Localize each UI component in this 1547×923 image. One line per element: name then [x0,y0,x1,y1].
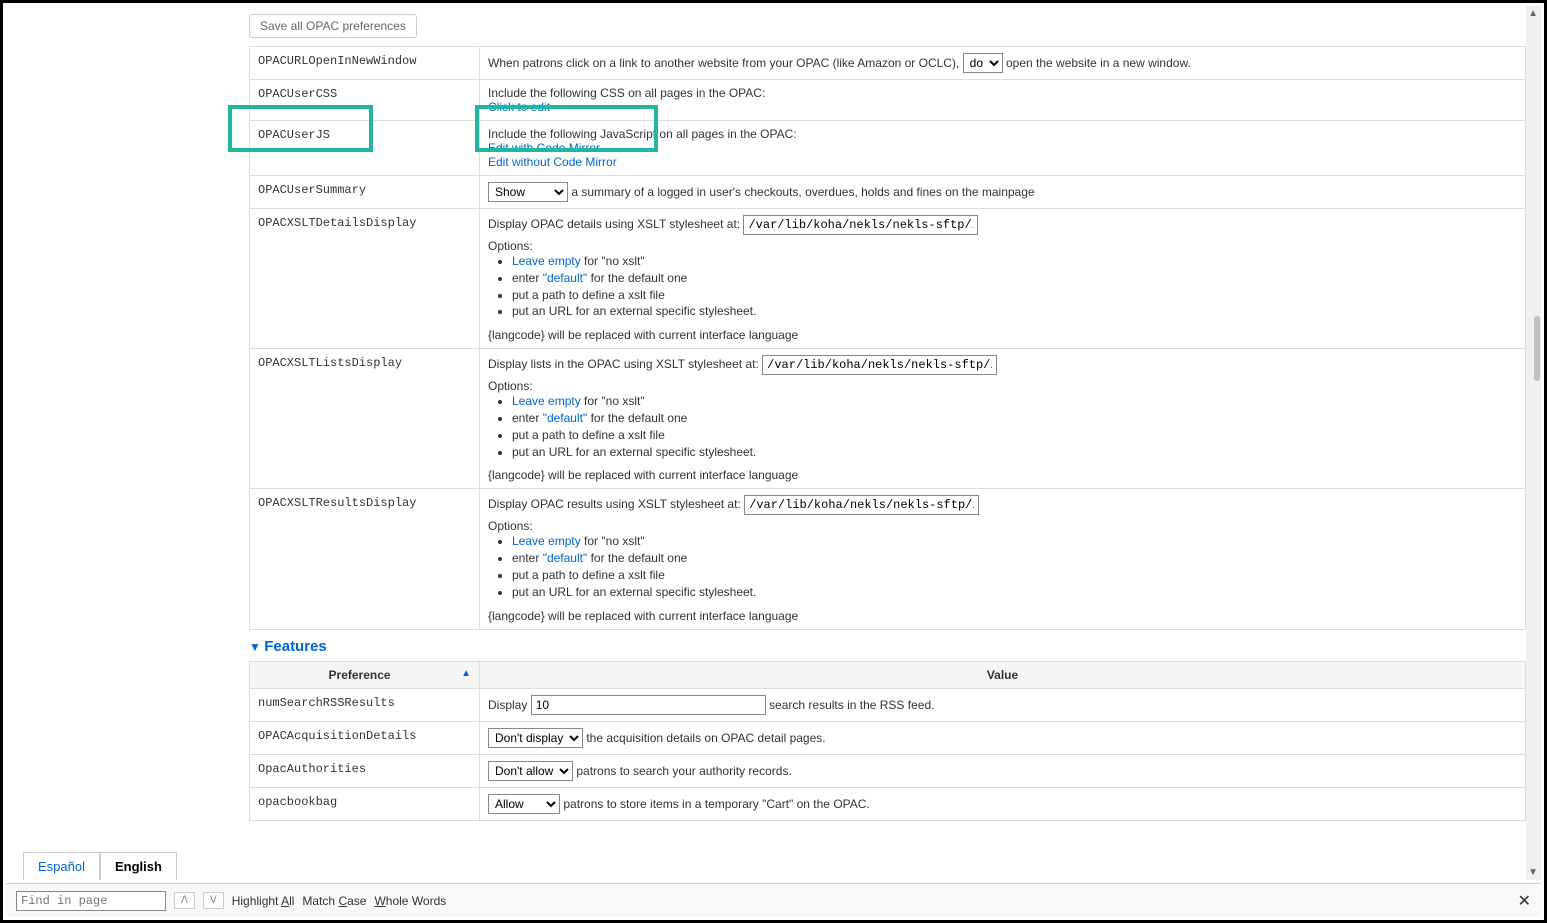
table-row: numSearchRSSResults Display search resul… [250,688,1526,721]
highlight-all-toggle[interactable]: Highlight All [232,894,295,908]
pref-name: OPACUserSummary [258,183,366,197]
edit-with-codemirror-link[interactable]: Edit with Code Mirror [488,141,600,155]
pref-text: search results in the RSS feed. [769,698,934,712]
url-window-select[interactable]: do [963,53,1003,73]
pref-text: Display OPAC results using XSLT styleshe… [488,497,741,511]
pref-name: OPACURLOpenInNewWindow [258,54,416,68]
preferences-table: OPACURLOpenInNewWindow When patrons clic… [249,46,1526,630]
leave-empty-link[interactable]: Leave empty [512,394,581,408]
pref-text: When patrons click on a link to another … [488,56,959,70]
xslt-details-input[interactable] [743,215,978,235]
save-all-button[interactable]: Save all OPAC preferences [249,14,417,38]
find-bar: ᐱ ᐯ Highlight All Match Case Whole Words… [6,883,1541,917]
pref-text: Include the following JavaScript on all … [488,127,1517,141]
scrollbar-thumb[interactable] [1534,316,1540,381]
rss-results-input[interactable] [531,695,766,715]
options-label: Options: [488,239,1517,253]
find-next-button[interactable]: ᐯ [203,892,224,909]
preference-header[interactable]: Preference▲ [250,661,480,688]
value-header[interactable]: Value [480,661,1526,688]
table-row: OPACXSLTResultsDisplay Display OPAC resu… [250,489,1526,629]
click-to-edit-link[interactable]: Click to edit [488,100,550,114]
lang-tab-en[interactable]: English [100,852,177,880]
xslt-results-input[interactable] [744,495,979,515]
pref-text: Display OPAC details using XSLT styleshe… [488,217,740,231]
options-label: Options: [488,379,1517,393]
pref-name: OpacAuthorities [258,762,366,776]
scroll-up-icon[interactable]: ▲ [1528,8,1538,19]
sort-arrow-icon: ▲ [461,668,471,679]
pref-name: OPACUserCSS [258,87,337,101]
features-table: Preference▲ Value numSearchRSSResults Di… [249,661,1526,821]
xslt-lists-input[interactable] [762,355,997,375]
lang-tab-es[interactable]: Español [23,852,100,880]
find-prev-button[interactable]: ᐱ [174,892,195,909]
pref-name: OPACAcquisitionDetails [258,729,416,743]
pref-text: Include the following CSS on all pages i… [488,86,1517,100]
match-case-toggle[interactable]: Match Case [302,894,366,908]
whole-words-toggle[interactable]: Whole Words [374,894,446,908]
default-link[interactable]: "default" [543,551,588,565]
table-row: OPACUserSummary Show a summary of a logg… [250,176,1526,209]
pref-text: Display lists in the OPAC using XSLT sty… [488,357,759,371]
pref-text: a summary of a logged in user's checkout… [571,185,1034,199]
pref-text: open the website in a new window. [1006,56,1191,70]
pref-name: OPACXSLTListsDisplay [258,356,402,370]
pref-text: Display [488,698,527,712]
edit-without-codemirror-link[interactable]: Edit without Code Mirror [488,155,617,169]
table-row: OPACAcquisitionDetails Don't display the… [250,721,1526,754]
bookbag-select[interactable]: Allow [488,794,560,814]
table-row: OPACXSLTListsDisplay Display lists in th… [250,349,1526,489]
close-icon[interactable]: ✕ [1518,891,1531,911]
leave-empty-link[interactable]: Leave empty [512,534,581,548]
scroll-down-icon[interactable]: ▼ [1528,867,1538,878]
acquisition-details-select[interactable]: Don't display [488,728,583,748]
langcode-note: {langcode} will be replaced with current… [488,328,1517,342]
langcode-note: {langcode} will be replaced with current… [488,468,1517,482]
table-row: OPACUserJS Include the following JavaScr… [250,121,1526,176]
pref-name: OPACXSLTDetailsDisplay [258,216,416,230]
user-summary-select[interactable]: Show [488,182,568,202]
table-row: OPACUserCSS Include the following CSS on… [250,80,1526,121]
authorities-select[interactable]: Don't allow [488,761,573,781]
pref-name: numSearchRSSResults [258,696,395,710]
pref-name: opacbookbag [258,795,337,809]
pref-name: OPACUserJS [258,128,330,142]
table-row: opacbookbag Allow patrons to store items… [250,787,1526,820]
table-row: OpacAuthorities Don't allow patrons to s… [250,754,1526,787]
find-input[interactable] [16,891,166,911]
table-row: OPACXSLTDetailsDisplay Display OPAC deta… [250,209,1526,349]
features-section-header[interactable]: Features [249,638,1526,655]
options-label: Options: [488,519,1517,533]
default-link[interactable]: "default" [543,271,588,285]
default-link[interactable]: "default" [543,411,588,425]
table-row: OPACURLOpenInNewWindow When patrons clic… [250,47,1526,80]
pref-text: patrons to search your authority records… [576,764,791,778]
langcode-note: {langcode} will be replaced with current… [488,609,1517,623]
pref-text: the acquisition details on OPAC detail p… [586,731,825,745]
vertical-scrollbar[interactable]: ▲ ▼ [1526,6,1541,880]
language-tabs: Español English [23,852,177,880]
pref-text: patrons to store items in a temporary "C… [563,797,869,811]
pref-name: OPACXSLTResultsDisplay [258,496,416,510]
leave-empty-link[interactable]: Leave empty [512,254,581,268]
